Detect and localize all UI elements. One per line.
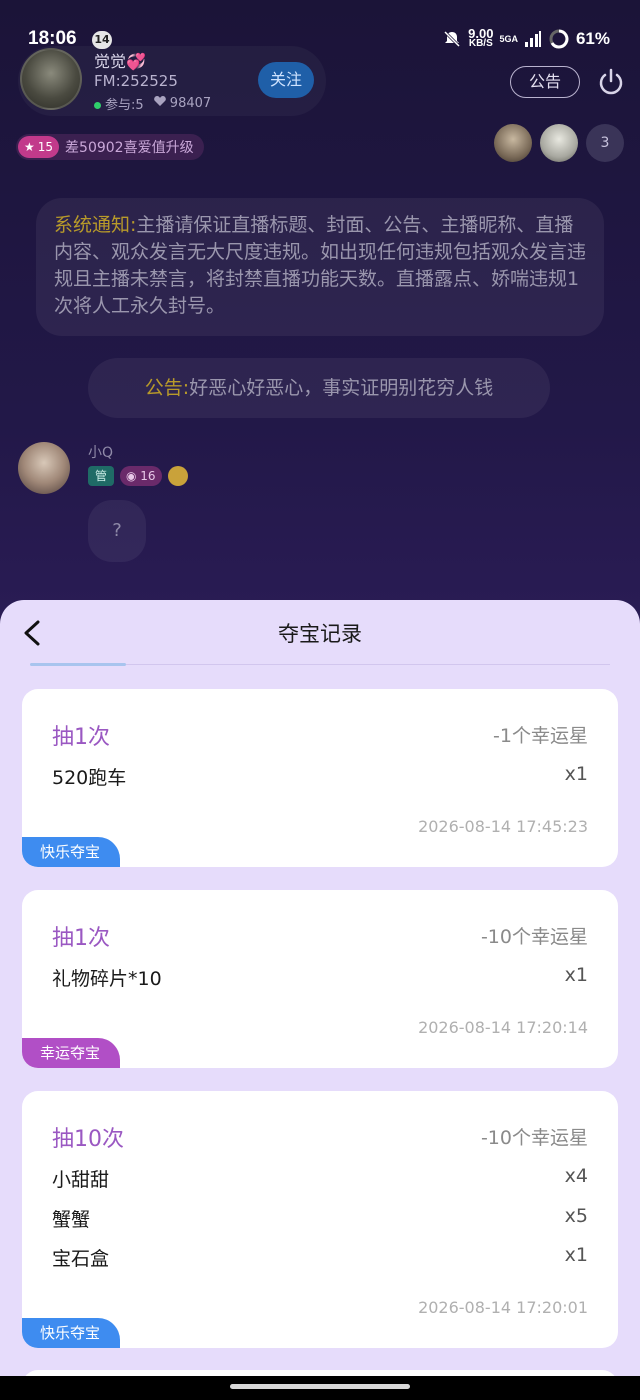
status-icons: 9.00 KB/S 5GA 61%	[442, 27, 610, 50]
prize-name: 宝石盒	[52, 1248, 110, 1270]
record-card: 抽10次 -10个幸运星 小甜甜 x4 蟹蟹 x5 宝石盒 x1 2026-08…	[22, 1091, 618, 1348]
draw-count: 抽1次	[52, 926, 110, 951]
likes-count: 98407	[169, 96, 212, 111]
participants-stat: 参与:5	[94, 94, 144, 113]
user-level-number: 16	[140, 469, 156, 483]
prize-quantity: x1	[564, 763, 588, 785]
host-stats: 参与:5 98407	[94, 94, 211, 113]
online-dot-icon	[94, 102, 101, 109]
record-card: 抽1次 -1个幸运星 520跑车 x1 2026-08-14 17:45:23 …	[22, 689, 618, 867]
chat-user-badges: 管 ◉ 16	[88, 466, 188, 486]
prize-name: 礼物碎片*10	[52, 968, 162, 990]
draw-cost: -1个幸运星	[493, 725, 588, 747]
prize-quantity: x1	[564, 964, 588, 986]
level-progress-text: 差50902喜爱值升级	[65, 140, 194, 156]
power-icon[interactable]	[596, 67, 626, 97]
announcement-text: 好恶心好恶心，事实证明别花穷人钱	[189, 377, 494, 399]
prize-row: 宝石盒 x1	[52, 1244, 588, 1274]
announcement-label: 公告:	[144, 377, 190, 399]
draw-count: 抽10次	[52, 1127, 124, 1152]
prize-row: 520跑车 x1	[52, 763, 588, 793]
record-card: 抽1次 -10个幸运星 礼物碎片*10 x1 2026-08-14 17:20:…	[22, 890, 618, 1068]
record-time: 2026-08-14 17:20:01	[418, 1298, 588, 1317]
participants-count: 参与:5	[105, 98, 144, 113]
chat-user-name[interactable]: 小Q	[88, 442, 113, 462]
announcement-message: 公告:好恶心好恶心，事实证明别花穷人钱	[88, 358, 550, 418]
network-speed: 9.00 KB/S	[468, 27, 493, 49]
host-fm-id: FM:252525	[94, 72, 178, 90]
mode-tag: 幸运夺宝	[22, 1038, 121, 1068]
prize-name: 小甜甜	[52, 1169, 110, 1191]
mode-tag: 快乐夺宝	[22, 837, 121, 867]
likes-stat: 98407	[153, 96, 212, 111]
network-speed-unit: KB/S	[468, 38, 493, 49]
mode-tag: 快乐夺宝	[22, 1318, 121, 1348]
record-time: 2026-08-14 17:45:23	[418, 817, 588, 836]
prize-row: 小甜甜 x4	[52, 1165, 588, 1195]
signal-icon	[524, 31, 541, 47]
prize-row: 礼物碎片*10 x1	[52, 964, 588, 994]
sheet-title: 夺宝记录	[278, 622, 362, 646]
battery-ring-icon	[549, 29, 569, 49]
heart-icon	[153, 96, 166, 106]
follow-button[interactable]: 关注	[258, 62, 314, 98]
prize-name: 蟹蟹	[52, 1209, 91, 1231]
coin-badge-icon	[167, 466, 188, 486]
user-level-badge: ◉ 16	[120, 466, 162, 486]
viewer-avatar[interactable]	[540, 124, 578, 162]
draw-count: 抽1次	[52, 725, 110, 750]
level-number: 15	[37, 140, 54, 154]
prize-quantity: x1	[564, 1244, 588, 1266]
prize-quantity: x4	[564, 1165, 588, 1187]
mute-bell-icon	[444, 30, 461, 48]
prize-row: 蟹蟹 x5	[52, 1205, 588, 1235]
prize-quantity: x5	[564, 1205, 588, 1227]
system-notice-label: 系统通知:	[54, 214, 137, 236]
draw-cost: -10个幸运星	[480, 926, 588, 948]
home-indicator[interactable]	[230, 1384, 410, 1389]
manager-badge: 管	[88, 466, 114, 486]
system-notice-message: 系统通知:主播请保证直播标题、封面、公告、主播昵称、直播内容、观众发言无大尺度违…	[36, 198, 604, 336]
level-progress-tag[interactable]: ★ 15 差50902喜爱值升级	[16, 134, 204, 160]
treasure-record-sheet: 夺宝记录 抽1次 -1个幸运星 520跑车 x1 2026-08-14 17:4…	[0, 600, 640, 1400]
host-name: 觉觉💞	[94, 52, 146, 71]
sheet-header: 夺宝记录	[0, 600, 640, 666]
viewer-count[interactable]: 3	[586, 124, 624, 162]
star-icon: ★	[24, 140, 35, 154]
level-badge: ★ 15	[18, 136, 60, 158]
host-avatar[interactable]	[20, 48, 82, 110]
chat-user-avatar[interactable]	[18, 442, 70, 494]
tab-indicator	[30, 663, 126, 666]
chat-message-bubble: ?	[88, 500, 146, 562]
announcement-button[interactable]: 公告	[510, 66, 580, 98]
draw-cost: -10个幸运星	[480, 1127, 588, 1149]
battery-percent: 61%	[575, 29, 610, 48]
record-time: 2026-08-14 17:20:14	[418, 1018, 588, 1037]
network-type: 5GA	[499, 33, 518, 44]
prize-name: 520跑车	[52, 767, 127, 789]
viewer-avatar[interactable]	[494, 124, 532, 162]
